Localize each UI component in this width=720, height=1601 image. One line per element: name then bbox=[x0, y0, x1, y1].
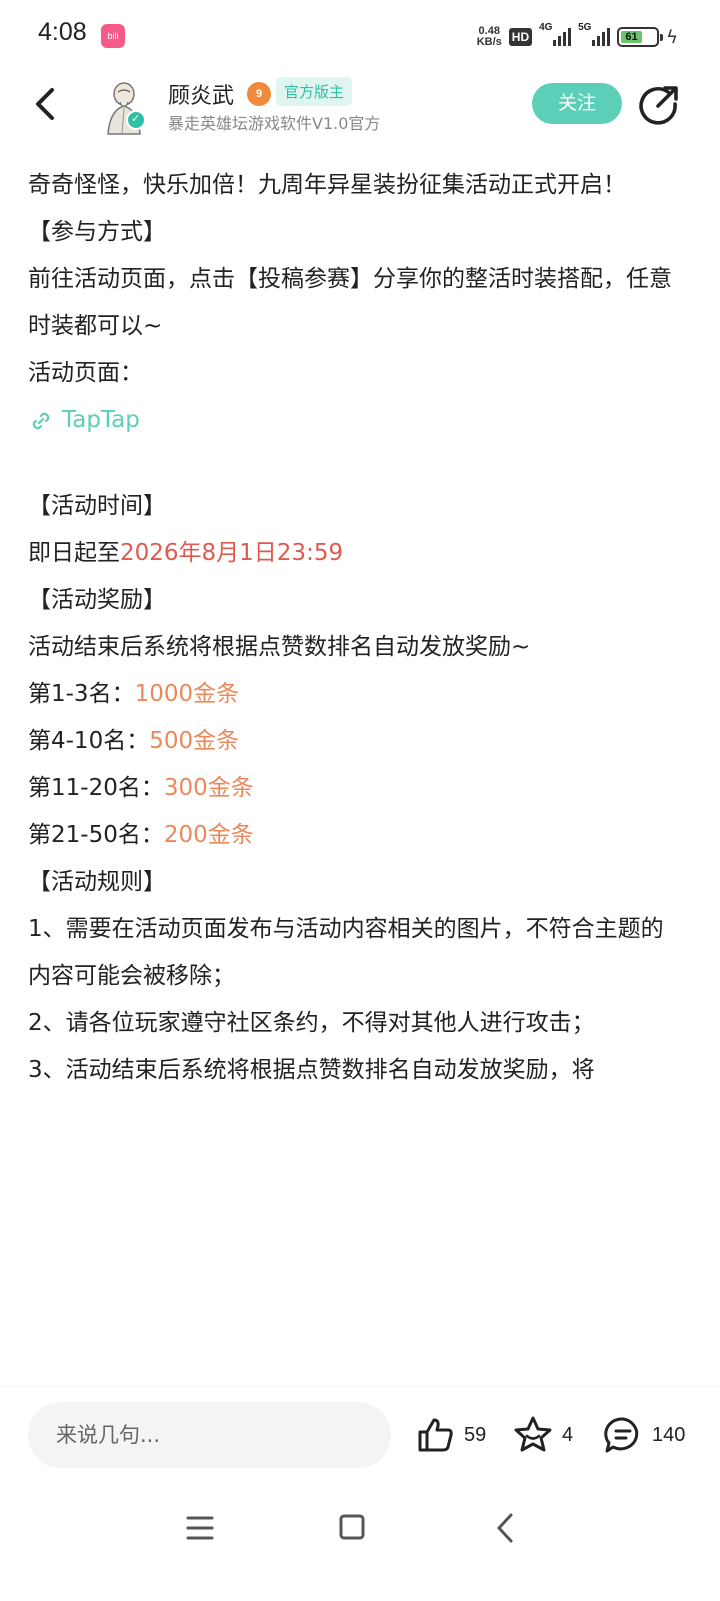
participate-text: 前往活动页面，点击【投稿参赛】分享你的整活时装搭配，任意时装都可以~ bbox=[28, 266, 672, 339]
section-time-heading: 【活动时间】 bbox=[28, 493, 166, 519]
like-button[interactable]: 59 bbox=[416, 1412, 486, 1458]
battery-icon: 61 bbox=[617, 27, 664, 47]
rule-item: 3、活动结束后系统将根据点赞数排名自动发放奖励，将 bbox=[28, 1057, 595, 1083]
status-bar: 4:08 bili 0.48 KB/s HD 4G 5G 61 ϟ bbox=[0, 0, 720, 72]
reward-intro: 活动结束后系统将根据点赞数排名自动发放奖励~ bbox=[28, 634, 531, 660]
level-badge: 9 bbox=[247, 82, 271, 106]
reward-item: 第21-50名：200金条 bbox=[28, 822, 254, 848]
comment-input[interactable]: 来说几句... bbox=[28, 1402, 391, 1468]
rule-item: 1、需要在活动页面发布与活动内容相关的图片，不符合主题的内容可能会被移除； bbox=[28, 916, 664, 989]
activity-page-label: 活动页面： bbox=[28, 360, 143, 386]
comment-icon bbox=[604, 1417, 639, 1453]
favorite-count: 4 bbox=[562, 1423, 574, 1446]
post-content: 奇奇怪怪，快乐加倍！九周年异星装扮征集活动正式开启！ 【参与方式】 前往活动页面… bbox=[28, 142, 678, 1388]
content-fade bbox=[0, 1346, 720, 1390]
role-badge: 官方版主 bbox=[276, 77, 353, 106]
favorite-button[interactable]: 4 bbox=[512, 1412, 573, 1458]
section-reward-heading: 【活动奖励】 bbox=[28, 587, 166, 613]
author-name[interactable]: 顾炎武 bbox=[168, 78, 234, 110]
net-speed: 0.48 KB/s bbox=[476, 25, 502, 48]
thumbs-up-icon bbox=[418, 1418, 453, 1452]
comment-button[interactable]: 140 bbox=[602, 1412, 685, 1458]
star-icon bbox=[514, 1416, 552, 1452]
verified-icon bbox=[126, 110, 146, 130]
hd-icon: HD bbox=[508, 28, 533, 46]
post-header: 顾炎武 9 官方版主 暴走英雄坛游戏软件V1.0官方 关注 bbox=[0, 72, 720, 142]
system-nav-bar bbox=[0, 1484, 720, 1601]
share-icon[interactable] bbox=[638, 84, 680, 126]
like-count: 59 bbox=[464, 1423, 487, 1446]
reward-item: 第11-20名：300金条 bbox=[28, 775, 254, 801]
signal-5g-icon: 5G bbox=[578, 22, 611, 46]
link-text[interactable]: TapTap bbox=[62, 397, 140, 444]
post-intro: 奇奇怪怪，快乐加倍！九周年异星装扮征集活动正式开启！ bbox=[28, 172, 626, 198]
status-time: 4:08 bbox=[38, 18, 87, 46]
activity-deadline: 2026年8月1日23:59 bbox=[120, 540, 344, 566]
status-indicators: 0.48 KB/s HD 4G 5G 61 ϟ bbox=[477, 22, 678, 52]
home-icon[interactable] bbox=[332, 1510, 372, 1546]
bottom-action-bar: 来说几句... 59 4 140 bbox=[0, 1388, 720, 1484]
activity-time: 即日起至2026年8月1日23:59 bbox=[28, 540, 344, 566]
reward-item: 第4-10名：500金条 bbox=[28, 728, 240, 754]
bilibili-icon: bili bbox=[101, 24, 125, 48]
reward-item: 第1-3名：1000金条 bbox=[28, 681, 240, 707]
back-button[interactable] bbox=[28, 82, 68, 126]
back-icon[interactable] bbox=[486, 1510, 526, 1546]
rule-item: 2、请各位玩家遵守社区条约，不得对其他人进行攻击； bbox=[28, 1010, 595, 1036]
section-participate-heading: 【参与方式】 bbox=[28, 219, 166, 245]
follow-button[interactable]: 关注 bbox=[532, 83, 622, 124]
author-subtitle: 暴走英雄坛游戏软件V1.0官方 bbox=[168, 114, 381, 133]
charging-icon: ϟ bbox=[666, 26, 678, 48]
section-rules-heading: 【活动规则】 bbox=[28, 869, 166, 895]
menu-icon[interactable] bbox=[180, 1510, 220, 1546]
signal-4g-icon: 4G bbox=[539, 22, 572, 46]
link-icon bbox=[32, 412, 50, 429]
taptap-link[interactable]: TapTap bbox=[28, 397, 678, 444]
comment-count: 140 bbox=[652, 1423, 686, 1446]
